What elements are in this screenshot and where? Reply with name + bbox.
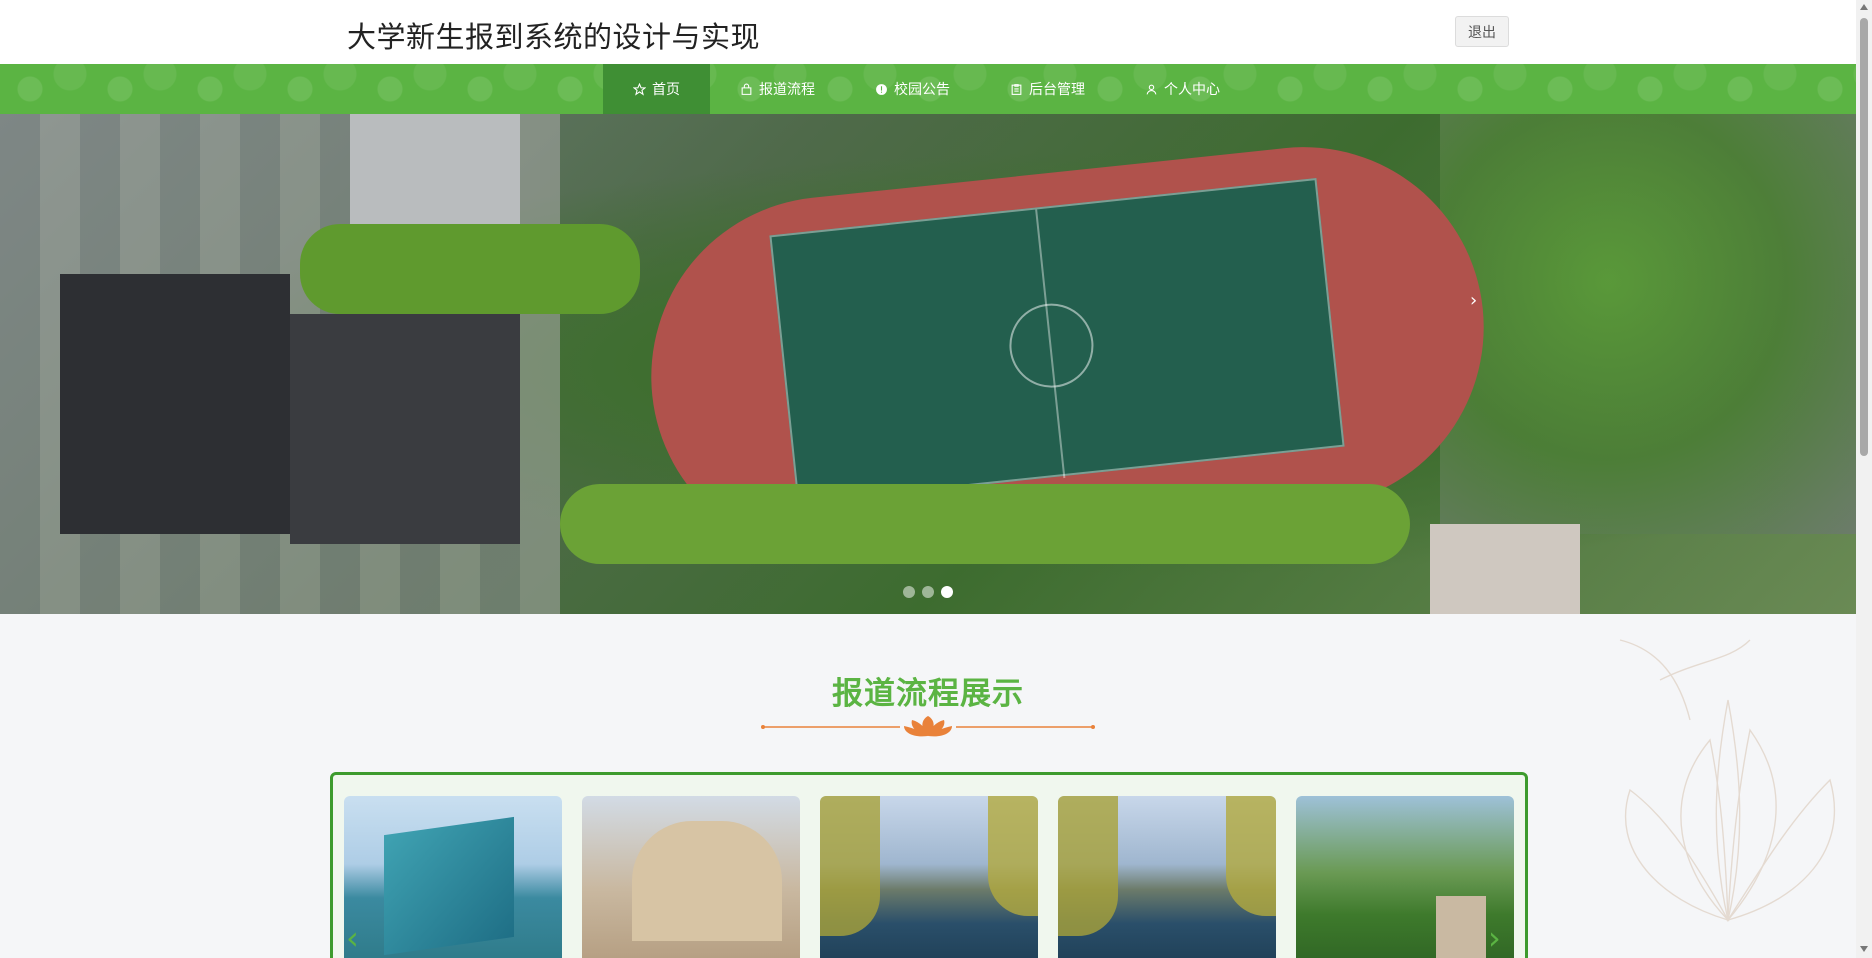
bag-icon [741,83,752,95]
nav-item-home[interactable]: 首页 [603,64,710,114]
nav-item-admin[interactable]: 后台管理 [980,64,1115,114]
process-card-image[interactable] [1058,796,1276,958]
process-card-image[interactable] [582,796,800,958]
hero-building [60,274,290,534]
slider-prev-arrow[interactable]: ‹ [346,922,359,954]
scroll-up-icon[interactable] [1860,4,1868,10]
hero-carousel: › [0,114,1856,614]
nav-item-label: 报道流程 [759,82,815,98]
user-icon [1146,84,1157,94]
nav-list: 首页 报道流程 校园公告 后台管理 个人中心 [603,64,1250,114]
site-title: 大学新生报到系统的设计与实现 [347,20,761,54]
carousel-dots [903,586,953,598]
carousel-dot-active[interactable] [941,586,953,598]
lotus-divider-icon [761,716,1095,737]
clipboard-icon [1011,83,1022,95]
nav-item-announcements[interactable]: 校园公告 [845,64,980,114]
scroll-down-icon[interactable] [1860,946,1868,952]
process-card-image[interactable] [1296,796,1514,958]
hero-trees [560,484,1410,564]
hero-building [1430,524,1580,614]
hero-trees [300,224,640,314]
nav-item-label: 个人中心 [1164,82,1220,98]
nav-item-label: 首页 [652,82,680,98]
carousel-next-arrow[interactable]: › [1470,290,1477,311]
slider-next-arrow[interactable]: › [1488,922,1501,954]
nav-item-profile[interactable]: 个人中心 [1115,64,1250,114]
soccer-field [769,177,1345,505]
carousel-dot[interactable] [903,586,915,598]
hero-trees [1440,114,1856,534]
scroll-thumb[interactable] [1860,18,1868,456]
main-nav: 首页 报道流程 校园公告 后台管理 个人中心 [0,64,1856,114]
nav-item-label: 校园公告 [894,82,950,98]
process-card-image[interactable] [820,796,1038,958]
star-icon [633,82,646,96]
hero-building [290,314,520,544]
page-scrollbar[interactable] [1856,0,1872,958]
info-circle-icon [876,83,887,95]
top-header: 大学新生报到系统的设计与实现 退出 [0,0,1856,64]
logout-button[interactable]: 退出 [1455,16,1509,47]
process-card-image[interactable] [344,796,562,958]
hero-roof [350,114,520,224]
process-cards [344,796,1514,958]
carousel-dot[interactable] [922,586,934,598]
nav-item-label: 后台管理 [1029,82,1085,98]
section-title: 报道流程展示 [832,676,1024,712]
nav-item-process[interactable]: 报道流程 [710,64,845,114]
